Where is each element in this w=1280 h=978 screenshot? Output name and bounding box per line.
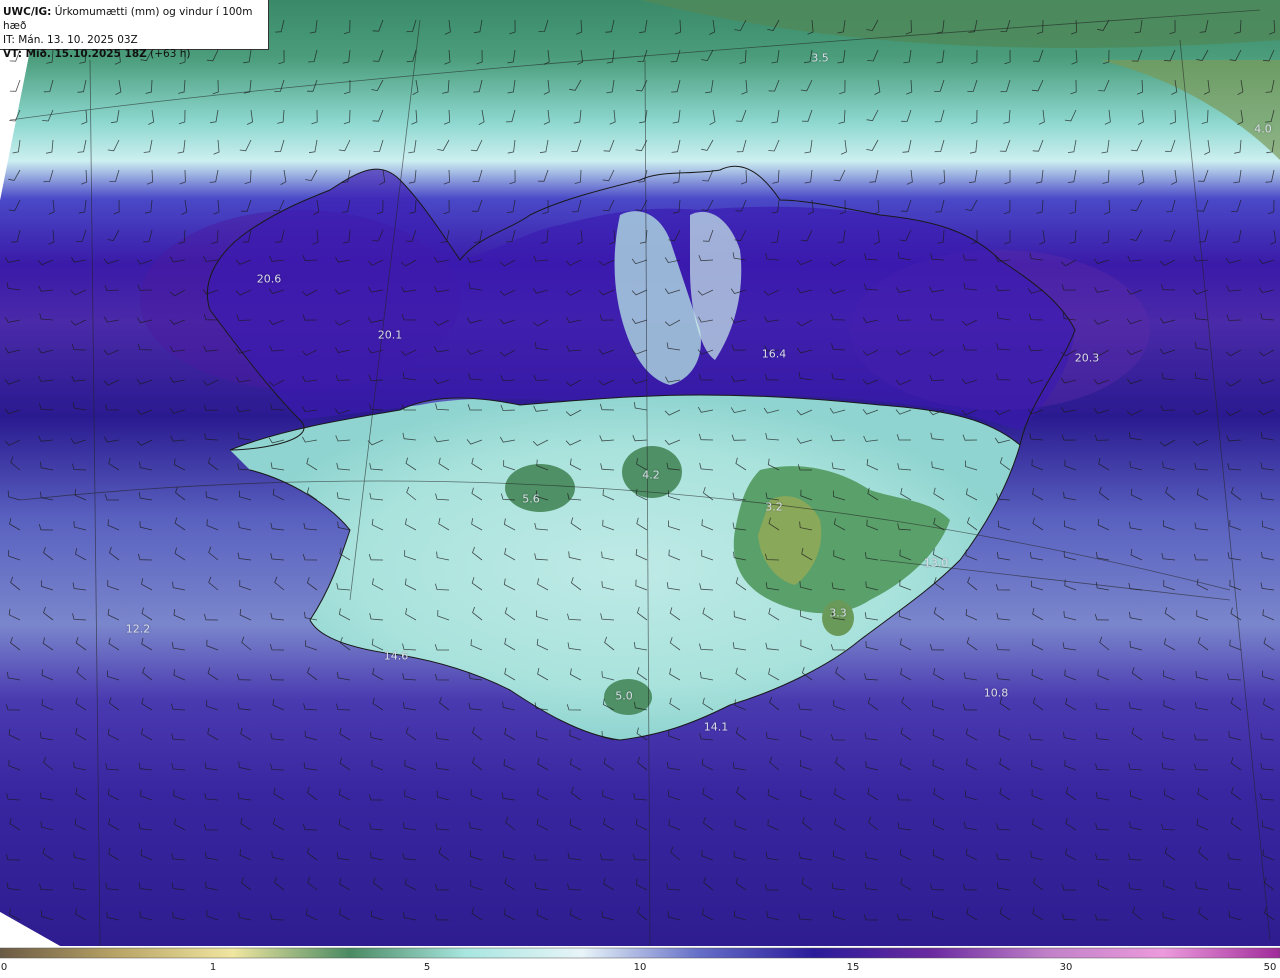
value-label: 20.6	[256, 272, 282, 286]
value-label: 12.2	[125, 622, 151, 636]
colorbar: 0 1 5 10 15 30 50	[0, 946, 1280, 978]
value-label: 20.3	[1074, 351, 1100, 365]
value-label: 3.2	[765, 500, 783, 514]
value-label: 3.5	[811, 51, 829, 65]
value-label: 5.0	[615, 689, 633, 703]
precipitable-water-map[interactable]	[0, 0, 1280, 946]
colorbar-tick-label: 5	[423, 962, 431, 973]
map-info-box: UWC/IG: Úrkomumætti (mm) og vindur í 100…	[0, 0, 269, 60]
forecast-hour: (+63 h)	[150, 48, 191, 60]
value-label: 4.2	[642, 468, 660, 482]
value-label: 16.4	[761, 347, 787, 361]
value-label: 4.0	[1254, 122, 1272, 136]
value-label: 14.6	[383, 649, 409, 663]
value-label: 20.1	[377, 328, 403, 342]
colorbar-tick-label: 15	[846, 962, 860, 973]
value-label: 3.3	[829, 606, 847, 620]
valid-time-line: VT: Mið. 15.10.2025 18Z (+63 h)	[3, 47, 265, 61]
colorbar-tick-label: 50	[1263, 962, 1277, 973]
colorbar-tick-label: 1	[209, 962, 217, 973]
init-time: IT: Mán. 13. 10. 2025 03Z	[3, 34, 138, 46]
valid-time: VT: Mið. 15.10.2025 18Z	[3, 48, 147, 60]
colorbar-tick-label: 0	[0, 962, 8, 973]
value-label: 14.1	[703, 720, 729, 734]
value-label: 5.6	[522, 492, 540, 506]
title-prefix: UWC/IG:	[3, 6, 52, 18]
value-label: 10.8	[983, 686, 1009, 700]
value-label: 13.0	[923, 556, 949, 570]
colorbar-tick-label: 30	[1059, 962, 1073, 973]
colorbar-tick-label: 10	[633, 962, 647, 973]
title-line: UWC/IG: Úrkomumætti (mm) og vindur í 100…	[3, 5, 265, 33]
